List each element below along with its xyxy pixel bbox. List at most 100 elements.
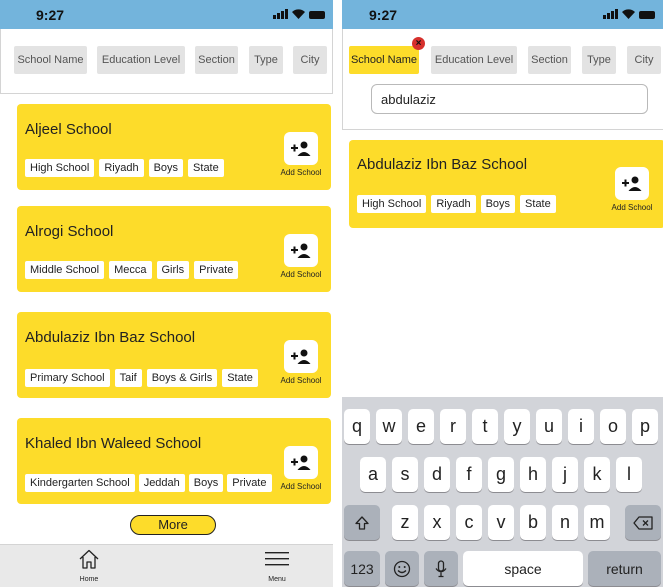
key-j[interactable]: j xyxy=(552,457,578,492)
filter-chip-education-level[interactable]: Education Level xyxy=(431,46,517,74)
key-z[interactable]: z xyxy=(392,505,418,540)
key-c[interactable]: c xyxy=(456,505,482,540)
filter-chip-education-level[interactable]: Education Level xyxy=(97,46,185,74)
key-w[interactable]: w xyxy=(376,409,402,444)
key-v[interactable]: v xyxy=(488,505,514,540)
search-result-card[interactable]: Abdulaziz Ibn Baz School High School Riy… xyxy=(349,140,663,228)
add-school-button[interactable]: Add School xyxy=(273,446,329,491)
tag-education-level: Middle School xyxy=(25,261,105,279)
tag-type: Private xyxy=(227,474,272,492)
key-b[interactable]: b xyxy=(520,505,546,540)
add-person-icon xyxy=(291,455,311,470)
tab-menu[interactable]: Menu xyxy=(247,548,307,583)
microphone-icon xyxy=(435,559,447,577)
key-m[interactable]: m xyxy=(584,505,610,540)
key-i[interactable]: i xyxy=(568,409,594,444)
filter-chip-type[interactable]: Type xyxy=(582,46,616,74)
school-name: Abdulaziz Ibn Baz School xyxy=(25,329,196,346)
key-p[interactable]: p xyxy=(632,409,658,444)
filter-chip-type[interactable]: Type xyxy=(249,46,283,74)
status-time: 9:27 xyxy=(36,7,65,23)
more-button[interactable]: More xyxy=(130,515,216,535)
tag-education-level: Kindergarten School xyxy=(25,474,135,492)
tag-type: Private xyxy=(194,261,239,279)
home-icon xyxy=(79,549,99,569)
battery-icon xyxy=(639,11,655,19)
wifi-icon xyxy=(292,9,305,19)
school-card[interactable]: Alrogi School Middle School Mecca Girls … xyxy=(17,206,331,292)
key-space[interactable]: space xyxy=(463,551,583,586)
filter-chip-school-name[interactable]: School Name xyxy=(14,46,87,74)
search-input[interactable]: abdulaziz xyxy=(371,84,648,114)
key-y[interactable]: y xyxy=(504,409,530,444)
key-e[interactable]: e xyxy=(408,409,434,444)
key-h[interactable]: h xyxy=(520,457,546,492)
tag-city: Jeddah xyxy=(138,474,185,492)
status-bar: 9:27 xyxy=(342,0,663,29)
filter-chip-label: School Name xyxy=(350,54,418,66)
add-person-icon xyxy=(291,349,311,364)
signal-icon xyxy=(273,9,288,19)
add-school-label: Add School xyxy=(280,168,322,177)
tag-section: Girls xyxy=(156,261,190,279)
add-person-icon xyxy=(622,176,642,191)
key-g[interactable]: g xyxy=(488,457,514,492)
tag-section: Boys xyxy=(480,195,516,213)
close-icon[interactable]: × xyxy=(412,37,425,50)
tag-city: Mecca xyxy=(109,261,152,279)
key-n[interactable]: n xyxy=(552,505,578,540)
school-name: Abdulaziz Ibn Baz School xyxy=(357,156,528,173)
key-microphone[interactable] xyxy=(424,551,458,586)
school-card[interactable]: Aljeel School High School Riyadh Boys St… xyxy=(17,104,331,190)
school-card[interactable]: Khaled Ibn Waleed School Kindergarten Sc… xyxy=(17,418,331,504)
key-backspace[interactable] xyxy=(625,505,661,540)
filter-chip-city[interactable]: City xyxy=(627,46,661,74)
key-shift[interactable] xyxy=(344,505,380,540)
filter-panel: School Name Education Level Section Type… xyxy=(0,29,333,94)
add-school-label: Add School xyxy=(280,270,322,279)
school-name: Khaled Ibn Waleed School xyxy=(25,435,202,452)
key-a[interactable]: a xyxy=(360,457,386,492)
add-school-button[interactable]: Add School xyxy=(604,167,660,212)
filter-chip-city[interactable]: City xyxy=(293,46,327,74)
key-x[interactable]: x xyxy=(424,505,450,540)
key-r[interactable]: r xyxy=(440,409,466,444)
add-person-icon xyxy=(291,243,311,258)
tab-menu-label: Menu xyxy=(268,576,286,583)
filter-chips: School Name Education Level Section Type… xyxy=(1,46,332,74)
key-u[interactable]: u xyxy=(536,409,562,444)
school-tags: High School Riyadh Boys State xyxy=(25,159,224,177)
add-school-button[interactable]: Add School xyxy=(273,340,329,385)
filter-chip-section[interactable]: Section xyxy=(195,46,238,74)
signal-icon xyxy=(603,9,618,19)
filter-chip-school-name[interactable]: School Name × xyxy=(349,37,425,74)
key-numbers[interactable]: 123 xyxy=(344,551,380,586)
key-k[interactable]: k xyxy=(584,457,610,492)
filter-panel: School Name × Education Level Section Ty… xyxy=(342,29,663,130)
key-t[interactable]: t xyxy=(472,409,498,444)
tab-home-label: Home xyxy=(79,576,99,583)
filter-chip-section[interactable]: Section xyxy=(528,46,571,74)
school-tags: Kindergarten School Jeddah Boys Private xyxy=(25,474,272,492)
key-l[interactable]: l xyxy=(616,457,642,492)
add-school-button[interactable]: Add School xyxy=(273,234,329,279)
key-emoji[interactable] xyxy=(385,551,419,586)
tab-home[interactable]: Home xyxy=(59,548,119,583)
school-tags: High School Riyadh Boys State xyxy=(357,195,556,213)
emoji-icon xyxy=(393,560,411,577)
key-s[interactable]: s xyxy=(392,457,418,492)
tag-type: State xyxy=(222,369,258,387)
school-card[interactable]: Abdulaziz Ibn Baz School Primary School … xyxy=(17,312,331,398)
status-time: 9:27 xyxy=(369,7,398,23)
key-return[interactable]: return xyxy=(588,551,661,586)
key-o[interactable]: o xyxy=(600,409,626,444)
status-bar: 9:27 xyxy=(0,0,333,29)
add-school-button[interactable]: Add School xyxy=(273,132,329,177)
school-tags: Middle School Mecca Girls Private xyxy=(25,261,239,279)
key-q[interactable]: q xyxy=(344,409,370,444)
key-d[interactable]: d xyxy=(424,457,450,492)
key-f[interactable]: f xyxy=(456,457,482,492)
tag-education-level: Primary School xyxy=(25,369,110,387)
tag-section: Boys & Girls xyxy=(146,369,218,387)
school-name: Aljeel School xyxy=(25,121,112,138)
